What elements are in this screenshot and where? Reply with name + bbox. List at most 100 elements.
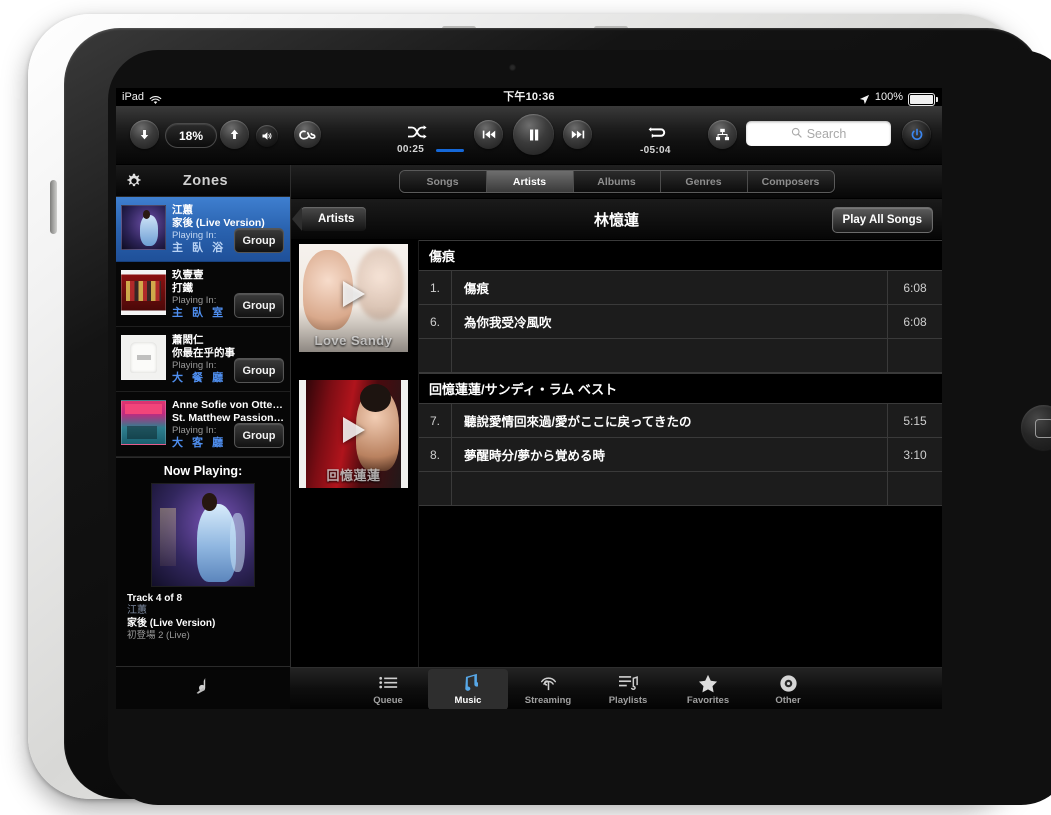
zone-artist: 江蕙: [172, 204, 193, 216]
battery-full-icon: [908, 92, 938, 106]
table-row[interactable]: 8. 夢醒時分/夢から覚める時 3:10: [419, 438, 942, 472]
playlist-icon: [618, 673, 638, 694]
tab-genres[interactable]: Genres: [660, 171, 748, 192]
track-duration: 6:08: [887, 271, 942, 304]
tab-label: Other: [775, 694, 801, 706]
zones-header: Zones: [116, 165, 290, 197]
tab-queue[interactable]: Queue: [348, 669, 428, 710]
zone-artist: 蕭閎仁: [172, 334, 204, 346]
table-row[interactable]: 6. 為你我受冷風吹 6:08: [419, 305, 942, 339]
album-cover-caption: Love Sandy: [314, 333, 393, 348]
pause-button[interactable]: [513, 114, 554, 155]
music-note-icon[interactable]: [192, 675, 214, 702]
tab-music[interactable]: Music: [428, 668, 508, 709]
broadcast-icon: [539, 673, 558, 694]
shuffle-button[interactable]: [406, 124, 428, 140]
tab-composers[interactable]: Composers: [747, 171, 834, 192]
track-number: [419, 472, 452, 505]
album-cover-caption: 回憶蓮蓮: [326, 468, 381, 483]
tab-albums[interactable]: Albums: [573, 171, 661, 192]
now-playing-album-art: [151, 483, 255, 587]
now-playing-track-of: Track 4 of 8: [127, 593, 183, 604]
content-split: Love Sandy 回憶蓮蓮 傷痕 1. 傷痕 6:08 6. 為你我受冷風吹…: [291, 240, 942, 709]
tab-label: Music: [454, 694, 482, 706]
previous-track-button[interactable]: [474, 120, 503, 149]
album-title: 傷痕: [419, 241, 942, 271]
tab-other[interactable]: Other: [748, 669, 828, 710]
zone-item[interactable]: Anne Sofie von Otter e… St. Matthew Pass…: [116, 392, 290, 457]
zone-artist: 玖壹壹: [172, 269, 204, 281]
arrow-down-icon: [140, 129, 149, 140]
zone-list: 江蕙 家後 (Live Version) Playing In: 主 臥 浴 G…: [116, 197, 290, 457]
zone-album-art: [121, 400, 166, 445]
play-icon: [342, 280, 365, 307]
volume-up-button[interactable]: [220, 120, 249, 149]
playback-progress-bar[interactable]: [436, 149, 464, 152]
tab-favorites[interactable]: Favorites: [668, 669, 748, 710]
shuffle-icon: [408, 125, 427, 139]
volume-level-indicator[interactable]: 18%: [165, 123, 217, 148]
zone-item[interactable]: 玖壹壹 打鐵 Playing In: 主 臥 室 Group: [116, 262, 290, 327]
tab-artists[interactable]: Artists: [486, 171, 574, 192]
now-playing-artist: 江蕙: [127, 605, 147, 616]
elapsed-time-label: 00:25: [397, 144, 425, 155]
table-row[interactable]: [419, 472, 942, 506]
track-duration: 6:08: [887, 305, 942, 338]
location-arrow-icon: [859, 93, 870, 104]
next-track-button[interactable]: [563, 120, 592, 149]
ipad-side-button[interactable]: [50, 180, 57, 234]
search-input[interactable]: Search: [746, 121, 891, 146]
zone-group-button[interactable]: Group: [234, 423, 284, 448]
volume-down-button[interactable]: [130, 120, 159, 149]
network-button[interactable]: [708, 120, 737, 149]
remaining-time-label: -05:04: [640, 145, 671, 156]
zone-meta: Anne Sofie von Otter e… St. Matthew Pass…: [172, 397, 285, 450]
track-duration: 5:15: [887, 404, 942, 437]
tab-streaming[interactable]: Streaming: [508, 669, 588, 710]
table-row[interactable]: 7. 聽說愛情回來過/愛がここに戻ってきたの 5:15: [419, 404, 942, 438]
now-playing-heading: Now Playing:: [163, 464, 243, 478]
table-row[interactable]: 1. 傷痕 6:08: [419, 271, 942, 305]
track-duration: [887, 472, 942, 505]
track-number: 1.: [419, 271, 452, 304]
gear-icon[interactable]: [125, 172, 143, 190]
track-title: 為你我受冷風吹: [464, 316, 552, 330]
play-all-songs-button[interactable]: Play All Songs: [831, 207, 933, 233]
track-number: 8.: [419, 438, 452, 471]
zone-group-button[interactable]: Group: [234, 228, 284, 253]
content-header: Artists 林憶蓮 Play All Songs: [291, 199, 942, 240]
track-title: 傷痕: [464, 282, 490, 296]
zone-album-art: [121, 335, 166, 380]
zone-item[interactable]: 蕭閎仁 你最在乎的事 Playing In: 大 餐 廳 Group: [116, 327, 290, 392]
zone-item[interactable]: 江蕙 家後 (Live Version) Playing In: 主 臥 浴 G…: [116, 197, 290, 262]
album-cover[interactable]: 回憶蓮蓮: [299, 380, 408, 488]
status-bar-clock: 下午10:36: [503, 91, 555, 103]
tab-songs[interactable]: Songs: [399, 171, 487, 192]
pause-icon: [529, 129, 538, 140]
track-number: [419, 339, 452, 372]
zone-group-button[interactable]: Group: [234, 293, 284, 318]
zone-group-button[interactable]: Group: [234, 358, 284, 383]
zone-meta: 江蕙 家後 (Live Version) Playing In: 主 臥 浴 G…: [172, 202, 285, 255]
zones-sidebar: Zones 江蕙 家後 (Live Version) Playing In: 主…: [116, 165, 291, 709]
music-note-icon: [458, 673, 478, 694]
list-icon: [378, 673, 398, 694]
network-hierarchy-icon: [716, 128, 729, 141]
track-title: 夢醒時分/夢から覚める時: [464, 449, 605, 463]
volume-percent-label: 18%: [178, 128, 204, 143]
tab-playlists[interactable]: Playlists: [588, 669, 668, 710]
segmented-control: Songs Artists Albums Genres Composers: [398, 170, 835, 193]
lastfm-button[interactable]: [294, 121, 321, 148]
zone-meta: 蕭閎仁 你最在乎的事 Playing In: 大 餐 廳 Group: [172, 332, 285, 385]
table-row[interactable]: [419, 339, 942, 373]
album-group: 回憶蓮蓮/サンディ・ラム ベスト 7. 聽說愛情回來過/愛がここに戻ってきたの …: [419, 373, 942, 506]
power-button[interactable]: [902, 120, 931, 149]
mute-button[interactable]: [256, 125, 278, 147]
album-cover[interactable]: Love Sandy: [299, 244, 408, 352]
repeat-button[interactable]: [646, 125, 668, 141]
ipad-screen: iPad 下午10:36 100% 18% 00:25 -05:04 Searc…: [116, 88, 942, 709]
app-body: Zones 江蕙 家後 (Live Version) Playing In: 主…: [116, 165, 942, 709]
previous-track-icon: [482, 130, 495, 139]
search-placeholder-label: Search: [806, 126, 847, 141]
repeat-icon: [648, 127, 666, 138]
